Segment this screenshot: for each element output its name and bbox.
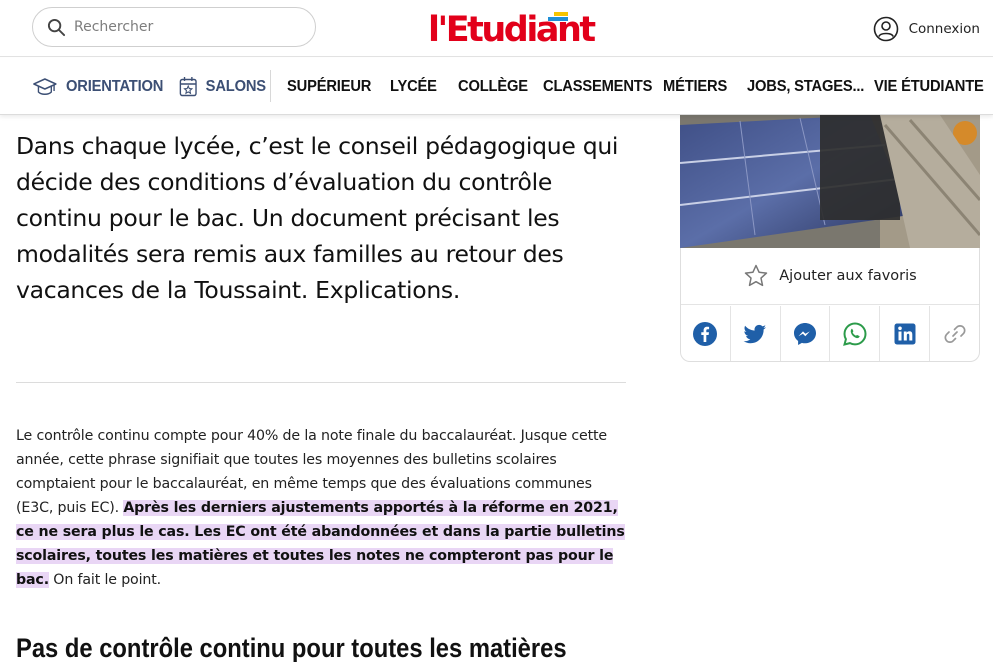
link-icon [944,324,966,343]
graduation-cap-icon [33,77,57,95]
logo-text: l'Etudiant [428,10,596,50]
share-messenger-button[interactable] [781,306,831,361]
nav-item-metiers[interactable]: MÉTIERS [663,58,727,115]
main-navigation: ORIENTATION SALONS SUPÉRIEUR LYCÉE COLLÈ… [0,58,993,115]
nav-item-superieur[interactable]: SUPÉRIEUR [287,58,371,115]
messenger-icon [794,322,817,345]
nav-item-classements[interactable]: CLASSEMENTS [543,58,652,115]
whatsapp-icon [842,321,867,346]
add-favorite-button[interactable]: Ajouter aux favoris [681,248,979,305]
login-label: Connexion [908,21,980,37]
nav-label: LYCÉE [390,77,437,95]
facebook-icon [693,321,718,346]
nav-label: VIE ÉTUDIANTE [874,77,984,95]
nav-item-salons[interactable]: SALONS [179,58,266,115]
nav-label: SALONS [205,77,266,95]
nav-item-jobs-stages[interactable]: JOBS, STAGES... [747,58,864,115]
paragraph-text: On fait le point. [48,572,161,588]
share-facebook-button[interactable] [681,306,731,361]
search-input[interactable] [74,19,294,35]
site-header: l'Etudiant Connexion [0,0,993,57]
article-paragraph: Le contrôle continu compte pour 40% de l… [16,424,628,592]
user-icon [873,16,898,42]
article-lead: Dans chaque lycée, c’est le conseil péda… [16,132,619,304]
linkedin-icon [894,323,916,344]
nav-label: SUPÉRIEUR [287,77,372,95]
nav-label: JOBS, STAGES... [747,77,865,95]
logo-stripes [548,12,568,26]
solar-panel-illustration [680,115,980,248]
nav-label: MÉTIERS [663,77,728,95]
twitter-icon [743,324,767,343]
article-photo [680,115,980,248]
nav-item-orientation[interactable]: ORIENTATION [32,58,163,115]
search-box[interactable] [32,7,316,47]
nav-item-college[interactable]: COLLÈGE [458,58,528,115]
nav-divider [270,70,271,102]
divider [16,382,626,383]
copy-link-button[interactable] [930,306,979,361]
share-bar [681,306,979,361]
share-linkedin-button[interactable] [880,306,931,361]
share-whatsapp-button[interactable] [830,306,881,361]
nav-item-vie-etudiante[interactable]: VIE ÉTUDIANTE [874,58,984,115]
favorite-label: Ajouter aux favoris [779,268,917,284]
calendar-star-icon [179,77,197,97]
nav-label: COLLÈGE [458,77,528,95]
section-heading: Pas de contrôle continu pour toutes les … [16,633,567,662]
nav-label: CLASSEMENTS [543,77,653,95]
site-logo[interactable]: l'Etudiant [428,4,596,52]
nav-label: ORIENTATION [66,77,164,95]
search-icon [47,18,66,36]
nav-item-lycee[interactable]: LYCÉE [390,58,437,115]
star-icon [745,264,768,287]
share-twitter-button[interactable] [731,306,781,361]
share-card: Ajouter aux favoris [680,248,980,362]
login-link[interactable]: Connexion [873,16,980,42]
